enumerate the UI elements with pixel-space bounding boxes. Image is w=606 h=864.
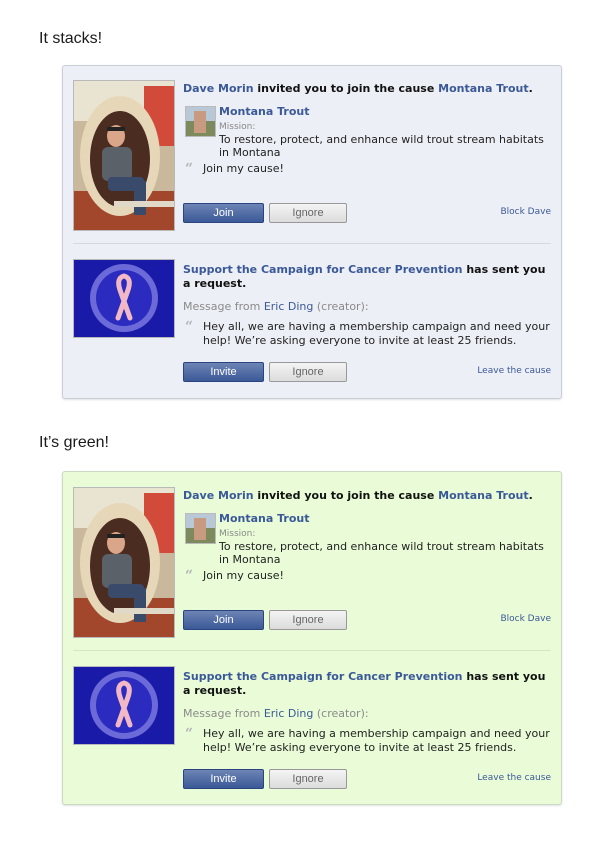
inviter-photo[interactable]	[73, 487, 175, 638]
section-title-stacks: It stacks!	[39, 30, 103, 47]
quote-icon: “	[185, 161, 194, 177]
invite-headline: Dave Morin invited you to join the cause…	[183, 489, 533, 502]
quote-text: Hey all, we are having a membership camp…	[203, 727, 550, 754]
campaign-link[interactable]: Support the Campaign for Cancer Preventi…	[183, 263, 463, 276]
sender-link[interactable]: Eric Ding	[264, 707, 314, 720]
block-link[interactable]: Block Dave	[500, 207, 551, 217]
invite-text: invited you to join the cause	[253, 82, 439, 95]
mission-label: Mission:	[219, 529, 256, 539]
cause-name[interactable]: Montana Trout	[219, 105, 549, 119]
invite-headline: Dave Morin invited you to join the cause…	[183, 82, 533, 95]
invite-button[interactable]: Invite	[183, 362, 264, 382]
message-headline: Support the Campaign for Cancer Preventi…	[183, 670, 551, 698]
request-divider	[73, 243, 551, 244]
inviter-link[interactable]: Dave Morin	[183, 82, 254, 95]
invite-content: Dave Morin invited you to join the cause…	[183, 489, 551, 583]
cause-ribbon-image[interactable]	[73, 666, 175, 745]
requests-panel-gray: Dave Morin invited you to join the cause…	[62, 65, 562, 399]
message-content: Support the Campaign for Cancer Preventi…	[183, 670, 551, 755]
invite-quote: “ Join my cause!	[183, 569, 551, 583]
leave-cause-link[interactable]: Leave the cause	[477, 773, 551, 783]
cause-details: Montana Trout Mission: To restore, prote…	[219, 512, 549, 566]
message-quote: “ Hey all, we are having a membership ca…	[183, 727, 551, 755]
ignore-button[interactable]: Ignore	[269, 362, 347, 382]
ignore-button[interactable]: Ignore	[269, 610, 347, 630]
invite-text: invited you to join the cause	[253, 489, 439, 502]
quote-text: Hey all, we are having a membership camp…	[203, 320, 550, 347]
cause-link[interactable]: Montana Trout	[438, 489, 528, 502]
message-from: Message from Eric Ding (creator):	[183, 300, 551, 314]
ignore-button[interactable]: Ignore	[269, 203, 347, 223]
message-from-prefix: Message from	[183, 300, 264, 313]
cause-thumbnail[interactable]	[185, 106, 216, 137]
quote-icon: “	[185, 319, 194, 335]
message-from-suffix: (creator):	[313, 300, 369, 313]
cause-thumbnail[interactable]	[185, 513, 216, 544]
join-button[interactable]: Join	[183, 610, 264, 630]
campaign-link[interactable]: Support the Campaign for Cancer Preventi…	[183, 670, 463, 683]
invite-quote: “ Join my cause!	[183, 162, 551, 176]
inviter-photo[interactable]	[73, 80, 175, 231]
inviter-link[interactable]: Dave Morin	[183, 489, 254, 502]
cause-ribbon-image[interactable]	[73, 259, 175, 338]
message-from-prefix: Message from	[183, 707, 264, 720]
message-headline: Support the Campaign for Cancer Preventi…	[183, 263, 551, 291]
quote-icon: “	[185, 568, 194, 584]
quote-icon: “	[185, 726, 194, 742]
cause-info-box: Montana Trout Mission: To restore, prote…	[183, 105, 551, 159]
quote-text: Join my cause!	[203, 162, 284, 175]
mission-label: Mission:	[219, 122, 256, 132]
block-link[interactable]: Block Dave	[500, 614, 551, 624]
requests-panel-green: Dave Morin invited you to join the cause…	[62, 471, 562, 805]
message-content: Support the Campaign for Cancer Preventi…	[183, 263, 551, 348]
request-divider	[73, 650, 551, 651]
cause-details: Montana Trout Mission: To restore, prote…	[219, 105, 549, 159]
message-from: Message from Eric Ding (creator):	[183, 707, 551, 721]
ignore-button[interactable]: Ignore	[269, 769, 347, 789]
cause-link[interactable]: Montana Trout	[438, 82, 528, 95]
cause-name[interactable]: Montana Trout	[219, 512, 549, 526]
mission-text: To restore, protect, and enhance wild tr…	[219, 133, 544, 159]
message-from-suffix: (creator):	[313, 707, 369, 720]
quote-text: Join my cause!	[203, 569, 284, 582]
section-title-green: It’s green!	[39, 434, 109, 451]
sender-link[interactable]: Eric Ding	[264, 300, 314, 313]
message-quote: “ Hey all, we are having a membership ca…	[183, 320, 551, 348]
invite-content: Dave Morin invited you to join the cause…	[183, 82, 551, 176]
invite-actions: Join Ignore Block Dave	[183, 203, 551, 223]
mission-text: To restore, protect, and enhance wild tr…	[219, 540, 544, 566]
leave-cause-link[interactable]: Leave the cause	[477, 366, 551, 376]
join-button[interactable]: Join	[183, 203, 264, 223]
message-actions: Invite Ignore Leave the cause	[183, 769, 551, 789]
cause-info-box: Montana Trout Mission: To restore, prote…	[183, 512, 551, 566]
message-actions: Invite Ignore Leave the cause	[183, 362, 551, 382]
invite-button[interactable]: Invite	[183, 769, 264, 789]
invite-actions: Join Ignore Block Dave	[183, 610, 551, 630]
